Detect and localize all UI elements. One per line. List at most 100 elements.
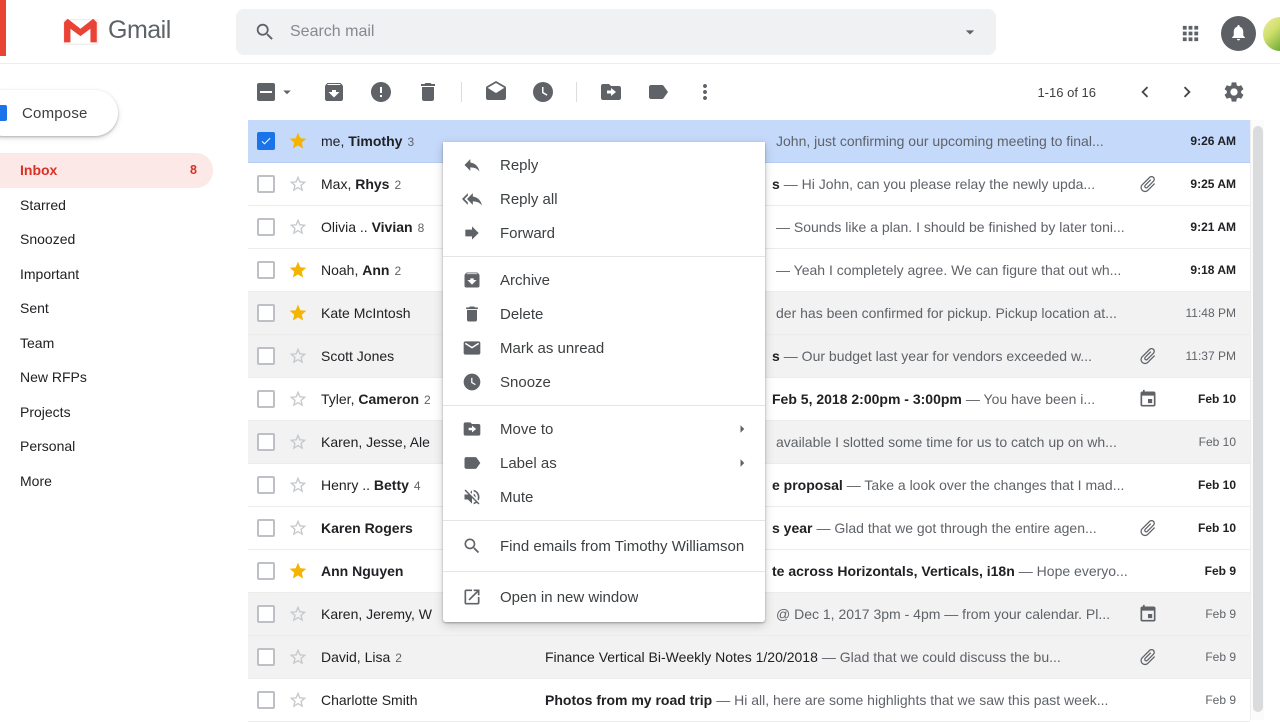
- email-checkbox[interactable]: [257, 691, 275, 709]
- sidebar-item-important[interactable]: Important: [0, 257, 213, 292]
- menu-item-delete[interactable]: Delete: [443, 297, 765, 331]
- menu-item-reply[interactable]: Reply: [443, 148, 765, 182]
- sidebar-item-personal[interactable]: Personal: [0, 429, 213, 464]
- email-checkbox[interactable]: [257, 519, 275, 537]
- email-time: Feb 10: [1162, 478, 1236, 492]
- sidebar-item-starred[interactable]: Starred: [0, 188, 213, 223]
- email-checkbox[interactable]: [257, 476, 275, 494]
- notifications-button[interactable]: [1221, 16, 1256, 51]
- delete-button[interactable]: [416, 80, 440, 104]
- apps-grid-icon[interactable]: [1179, 22, 1202, 45]
- sidebar-item-sent[interactable]: Sent: [0, 291, 213, 326]
- email-time: Feb 10: [1162, 435, 1236, 449]
- calendar-icon: [1138, 604, 1158, 624]
- email-time: 11:48 PM: [1162, 306, 1236, 320]
- star-icon[interactable]: [288, 174, 308, 194]
- mute-icon: [462, 487, 482, 507]
- settings-gear-icon[interactable]: [1222, 80, 1246, 104]
- email-subject-snippet: Photos from my road trip— Hi all, here a…: [545, 692, 1162, 708]
- unread-count-badge: 8: [190, 163, 197, 177]
- select-all-checkbox[interactable]: [257, 83, 275, 101]
- menu-item-find-emails-from-timothy-williamson[interactable]: Find emails from Timothy Williamson: [443, 527, 765, 565]
- star-icon[interactable]: [288, 217, 308, 237]
- mark-as-read-button[interactable]: [484, 80, 508, 104]
- reply-all-icon: [462, 189, 482, 209]
- email-checkbox[interactable]: [257, 304, 275, 322]
- email-checkbox[interactable]: [257, 390, 275, 408]
- sidebar-item-inbox[interactable]: Inbox 8: [0, 153, 213, 188]
- window-edge-strip: [0, 0, 6, 56]
- pagination-label: 1-16 of 16: [1037, 85, 1096, 100]
- email-sender: David, Lisa2: [321, 649, 533, 665]
- scrollbar-thumb[interactable]: [1253, 126, 1263, 712]
- sidebar-folder-list: Inbox 8 Starred Snoozed Important Sent T…: [0, 153, 213, 498]
- menu-item-mute[interactable]: Mute: [443, 480, 765, 514]
- menu-item-reply-all[interactable]: Reply all: [443, 182, 765, 216]
- star-icon[interactable]: [288, 518, 308, 538]
- menu-separator: [443, 256, 765, 257]
- email-checkbox[interactable]: [257, 562, 275, 580]
- archive-button[interactable]: [322, 80, 346, 104]
- menu-separator: [443, 571, 765, 572]
- star-icon[interactable]: [288, 260, 308, 280]
- email-checkbox[interactable]: [257, 433, 275, 451]
- menu-item-mark-as-unread[interactable]: Mark as unread: [443, 331, 765, 365]
- star-icon[interactable]: [288, 604, 308, 624]
- menu-item-open-in-new-window[interactable]: Open in new window: [443, 578, 765, 616]
- email-checkbox[interactable]: [257, 218, 275, 236]
- labels-button[interactable]: [646, 80, 670, 104]
- open-in-new-icon: [462, 587, 482, 607]
- notifications-bell-icon: [1229, 23, 1248, 42]
- paperclip-icon: [1134, 514, 1162, 542]
- email-time: Feb 9: [1162, 650, 1236, 664]
- report-spam-button[interactable]: [369, 80, 393, 104]
- email-time: Feb 9: [1162, 693, 1236, 707]
- avatar[interactable]: [1263, 17, 1280, 51]
- sidebar-item-label: Important: [20, 266, 79, 282]
- sidebar-item-label: Snoozed: [20, 231, 75, 247]
- star-icon[interactable]: [288, 690, 308, 710]
- menu-item-forward[interactable]: Forward: [443, 216, 765, 250]
- sidebar-item-projects[interactable]: Projects: [0, 395, 213, 430]
- star-icon[interactable]: [288, 303, 308, 323]
- email-checkbox[interactable]: [257, 648, 275, 666]
- menu-item-snooze[interactable]: Snooze: [443, 365, 765, 399]
- star-icon[interactable]: [288, 131, 308, 151]
- search-options-caret-icon[interactable]: [960, 22, 980, 42]
- newer-page-button[interactable]: [1134, 81, 1156, 103]
- email-row[interactable]: Charlotte Smith Photos from my road trip…: [248, 679, 1250, 722]
- sidebar-item-label: Inbox: [20, 162, 57, 178]
- more-options-button[interactable]: [693, 80, 717, 104]
- move-to-button[interactable]: [599, 80, 623, 104]
- star-icon[interactable]: [288, 432, 308, 452]
- snooze-button[interactable]: [531, 80, 555, 104]
- email-checkbox[interactable]: [257, 261, 275, 279]
- menu-item-label-as[interactable]: Label as: [443, 446, 765, 480]
- menu-separator: [443, 520, 765, 521]
- reply-icon: [462, 155, 482, 175]
- email-checkbox[interactable]: [257, 175, 275, 193]
- sidebar-item-team[interactable]: Team: [0, 326, 213, 361]
- list-toolbar: 1-16 of 16: [248, 64, 1280, 120]
- sidebar-item-new-rfps[interactable]: New RFPs: [0, 360, 213, 395]
- email-row[interactable]: David, Lisa2 Finance Vertical Bi-Weekly …: [248, 636, 1250, 679]
- search-input[interactable]: [290, 23, 960, 41]
- email-checkbox[interactable]: [257, 132, 275, 150]
- select-caret-icon[interactable]: [278, 83, 296, 101]
- star-icon[interactable]: [288, 647, 308, 667]
- toolbar-actions: [310, 80, 728, 104]
- star-icon[interactable]: [288, 475, 308, 495]
- older-page-button[interactable]: [1176, 81, 1198, 103]
- menu-item-archive[interactable]: Archive: [443, 263, 765, 297]
- email-checkbox[interactable]: [257, 347, 275, 365]
- star-icon[interactable]: [288, 561, 308, 581]
- compose-button[interactable]: Compose: [0, 90, 118, 136]
- star-icon[interactable]: [288, 346, 308, 366]
- sidebar-item-more[interactable]: More: [0, 464, 213, 499]
- sidebar-item-label: Sent: [20, 300, 49, 316]
- menu-item-move-to[interactable]: Move to: [443, 412, 765, 446]
- search-icon: [462, 536, 482, 556]
- sidebar-item-snoozed[interactable]: Snoozed: [0, 222, 213, 257]
- star-icon[interactable]: [288, 389, 308, 409]
- email-checkbox[interactable]: [257, 605, 275, 623]
